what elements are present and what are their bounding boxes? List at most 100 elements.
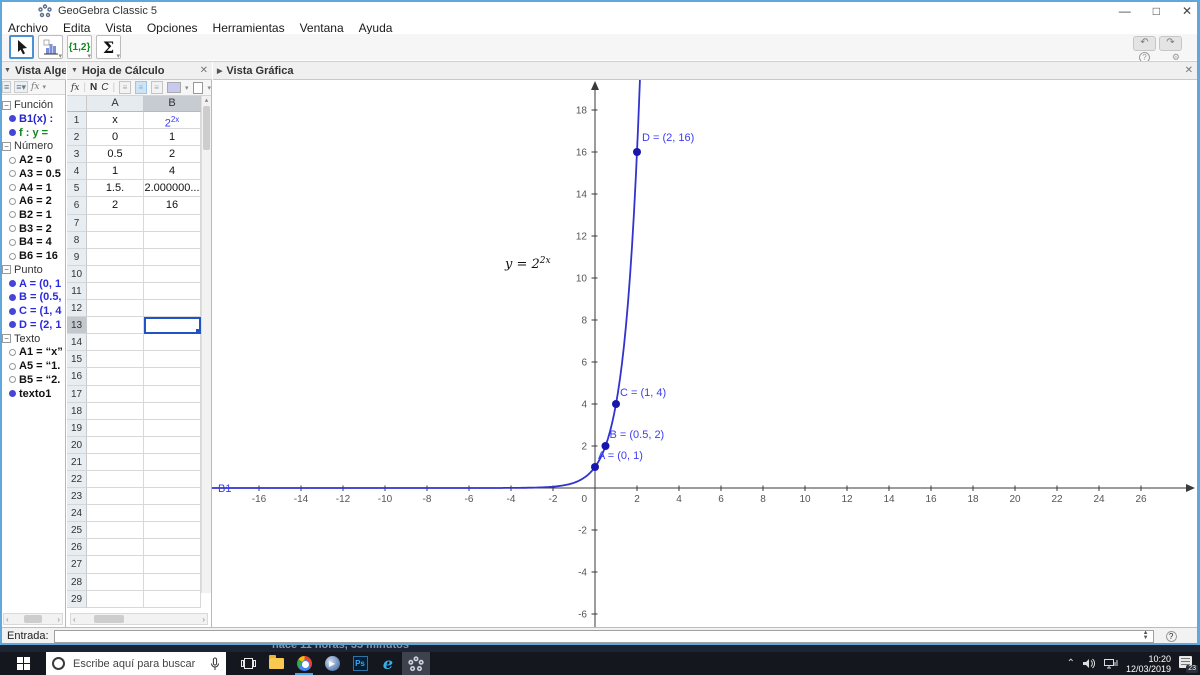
visibility-dot-on-icon[interactable] bbox=[9, 321, 16, 329]
point-B[interactable] bbox=[601, 442, 610, 450]
row-header-28[interactable]: 28 bbox=[67, 573, 87, 591]
cell-A17[interactable] bbox=[87, 385, 144, 403]
taskbar-search[interactable]: Escribe aquí para buscar bbox=[46, 652, 226, 675]
task-view-button[interactable] bbox=[234, 652, 262, 675]
row-header-19[interactable]: 19 bbox=[67, 419, 87, 437]
visibility-dot-on-icon[interactable] bbox=[9, 390, 16, 398]
row-header-2[interactable]: 2 bbox=[67, 129, 87, 147]
align-left-icon[interactable]: ≡ bbox=[119, 81, 131, 94]
microphone-icon[interactable] bbox=[210, 657, 220, 671]
start-button[interactable] bbox=[0, 652, 46, 675]
file-explorer-button[interactable] bbox=[262, 652, 290, 675]
algebra-section-número[interactable]: − Número bbox=[2, 139, 65, 153]
chart-analysis-tool-button[interactable]: ▾ bbox=[38, 35, 63, 60]
cell-A25[interactable] bbox=[87, 522, 144, 540]
algebra-section-texto[interactable]: − Texto bbox=[2, 332, 65, 346]
input-history-spinner-icon[interactable]: ▲ ▼ bbox=[1143, 630, 1149, 641]
cell-color-icon[interactable] bbox=[166, 82, 182, 93]
cell-A21[interactable] bbox=[87, 453, 144, 471]
collapse-box-icon[interactable]: − bbox=[2, 100, 11, 110]
cell-A16[interactable] bbox=[87, 368, 144, 386]
algebra-object[interactable]: B2 = 1 bbox=[2, 208, 65, 222]
visibility-dot-off-icon[interactable] bbox=[9, 197, 16, 205]
close-panel-icon[interactable]: ✕ bbox=[1185, 65, 1193, 76]
algebra-object[interactable]: A4 = 1 bbox=[2, 181, 65, 195]
function-wizard-icon[interactable]: fx bbox=[71, 83, 79, 93]
close-button[interactable]: ✕ bbox=[1182, 4, 1192, 18]
menu-item-edita[interactable]: Edita bbox=[63, 21, 90, 35]
network-icon[interactable] bbox=[1103, 658, 1118, 669]
row-header-22[interactable]: 22 bbox=[67, 470, 87, 489]
cell-border-icon[interactable] bbox=[192, 81, 204, 94]
close-panel-icon[interactable]: ✕ bbox=[200, 65, 208, 76]
row-header-17[interactable]: 17 bbox=[67, 385, 87, 403]
cell-B29[interactable] bbox=[144, 590, 201, 608]
row-header-10[interactable]: 10 bbox=[67, 265, 87, 283]
visibility-dot-on-icon[interactable] bbox=[9, 129, 16, 137]
internet-explorer-button[interactable]: e bbox=[374, 652, 402, 675]
cell-A15[interactable] bbox=[87, 351, 144, 369]
visibility-dot-off-icon[interactable] bbox=[9, 238, 16, 246]
algebra-object[interactable]: B = (0.5, bbox=[2, 291, 65, 305]
cell-A8[interactable] bbox=[87, 231, 144, 249]
algebra-object[interactable]: B4 = 4 bbox=[2, 236, 65, 250]
row-header-25[interactable]: 25 bbox=[67, 522, 87, 540]
cell-A1[interactable]: x bbox=[87, 112, 144, 130]
cell-B26[interactable] bbox=[144, 539, 201, 557]
cell-B19[interactable] bbox=[144, 419, 201, 437]
point-C[interactable] bbox=[612, 400, 620, 408]
visibility-dot-off-icon[interactable] bbox=[9, 211, 16, 219]
row-header-16[interactable]: 16 bbox=[67, 368, 87, 386]
algebra-object[interactable]: B1(x) : bbox=[2, 112, 65, 126]
row-header-15[interactable]: 15 bbox=[67, 351, 87, 369]
collapse-box-icon[interactable]: − bbox=[2, 265, 11, 275]
algebra-object[interactable]: B5 = “2. bbox=[2, 373, 65, 387]
cell-B6[interactable]: 16 bbox=[144, 197, 201, 215]
cell-B28[interactable] bbox=[144, 573, 201, 591]
maximize-button[interactable]: □ bbox=[1153, 4, 1160, 18]
cell-B23[interactable] bbox=[144, 488, 201, 506]
cell-A18[interactable] bbox=[87, 402, 144, 420]
cell-A24[interactable] bbox=[87, 505, 144, 523]
menu-item-vista[interactable]: Vista bbox=[105, 21, 131, 35]
fx-style-icon[interactable]: fx bbox=[31, 82, 39, 92]
cell-B22[interactable] bbox=[144, 470, 201, 489]
photoshop-button[interactable]: Ps bbox=[346, 652, 374, 675]
row-header-4[interactable]: 4 bbox=[67, 163, 87, 181]
visibility-dot-on-icon[interactable] bbox=[9, 115, 16, 123]
visibility-dot-off-icon[interactable] bbox=[9, 348, 16, 356]
algebra-object[interactable]: B3 = 2 bbox=[2, 222, 65, 236]
row-header-26[interactable]: 26 bbox=[67, 539, 87, 557]
row-header-18[interactable]: 18 bbox=[67, 402, 87, 420]
sort-objects-icon[interactable]: ≡▾ bbox=[14, 81, 29, 93]
cell-B1[interactable]: 22x bbox=[144, 112, 201, 130]
minimize-button[interactable]: — bbox=[1119, 4, 1131, 18]
column-header-A[interactable]: A bbox=[87, 96, 144, 112]
algebra-section-función[interactable]: − Función bbox=[2, 98, 65, 112]
align-right-icon[interactable]: ≡ bbox=[150, 81, 163, 94]
cell-B21[interactable] bbox=[144, 453, 201, 471]
sum-tool-button[interactable]: Σ ▾ bbox=[96, 35, 121, 60]
cell-B20[interactable] bbox=[144, 436, 201, 454]
align-center-icon[interactable]: ≡ bbox=[134, 81, 147, 94]
cell-B27[interactable] bbox=[144, 556, 201, 574]
row-header-6[interactable]: 6 bbox=[67, 197, 87, 215]
row-header-14[interactable]: 14 bbox=[67, 334, 87, 352]
list-tool-button[interactable]: {1,2} ▾ bbox=[67, 35, 92, 60]
cell-A26[interactable] bbox=[87, 539, 144, 557]
visibility-dot-on-icon[interactable] bbox=[9, 293, 16, 301]
algebra-object[interactable]: f : y = bbox=[2, 126, 65, 140]
cell-A2[interactable]: 0 bbox=[87, 129, 144, 147]
algebra-hscrollbar[interactable]: ‹ › bbox=[3, 613, 63, 625]
spreadsheet-vscrollbar[interactable]: ▴ bbox=[201, 96, 211, 593]
cell-B11[interactable] bbox=[144, 282, 201, 301]
cell-B9[interactable] bbox=[144, 248, 201, 266]
row-header-21[interactable]: 21 bbox=[67, 453, 87, 471]
row-header-27[interactable]: 27 bbox=[67, 556, 87, 574]
visibility-dot-off-icon[interactable] bbox=[9, 184, 16, 192]
cell-A6[interactable]: 2 bbox=[87, 197, 144, 215]
cell-B17[interactable] bbox=[144, 385, 201, 403]
point-D[interactable] bbox=[633, 148, 641, 156]
row-header-24[interactable]: 24 bbox=[67, 505, 87, 523]
chrome-button[interactable] bbox=[290, 652, 318, 675]
